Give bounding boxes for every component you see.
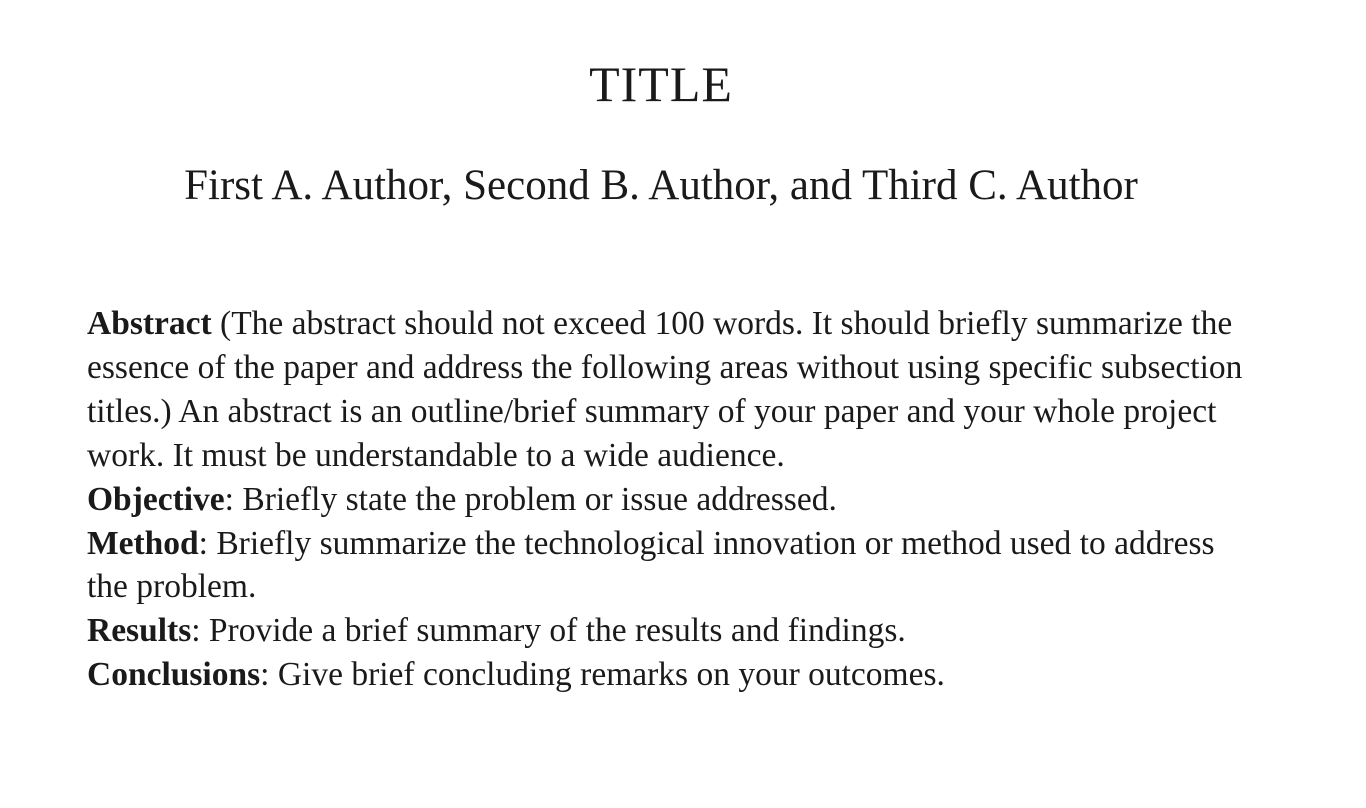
- abstract-label: Abstract: [87, 305, 212, 342]
- paper-page: TITLE First A. Author, Second B. Author,…: [0, 0, 1366, 808]
- abstract-text: (The abstract should not exceed 100 word…: [87, 305, 1243, 474]
- objective-text: : Briefly state the problem or issue add…: [224, 480, 837, 518]
- results-text: : Provide a brief summary of the results…: [191, 612, 906, 650]
- method-label: Method: [87, 524, 199, 562]
- author-list: First A. Author, Second B. Author, and T…: [184, 162, 1138, 209]
- objective-paragraph: Objective: Briefly state the problem or …: [87, 478, 1257, 522]
- abstract-section: Abstract (The abstract should not exceed…: [87, 302, 1257, 697]
- results-paragraph: Results: Provide a brief summary of the …: [87, 609, 1257, 653]
- abstract-paragraph: Abstract (The abstract should not exceed…: [87, 302, 1257, 478]
- objective-label: Objective: [87, 480, 225, 518]
- conclusions-paragraph: Conclusions: Give brief concluding remar…: [87, 653, 1257, 697]
- method-paragraph: Method: Briefly summarize the technologi…: [87, 522, 1257, 610]
- conclusions-label: Conclusions: [87, 656, 261, 694]
- results-label: Results: [87, 612, 192, 650]
- conclusions-text: : Give brief concluding remarks on your …: [260, 656, 945, 694]
- paper-title: TITLE: [589, 56, 733, 112]
- method-text: : Briefly summarize the technological in…: [87, 524, 1215, 606]
